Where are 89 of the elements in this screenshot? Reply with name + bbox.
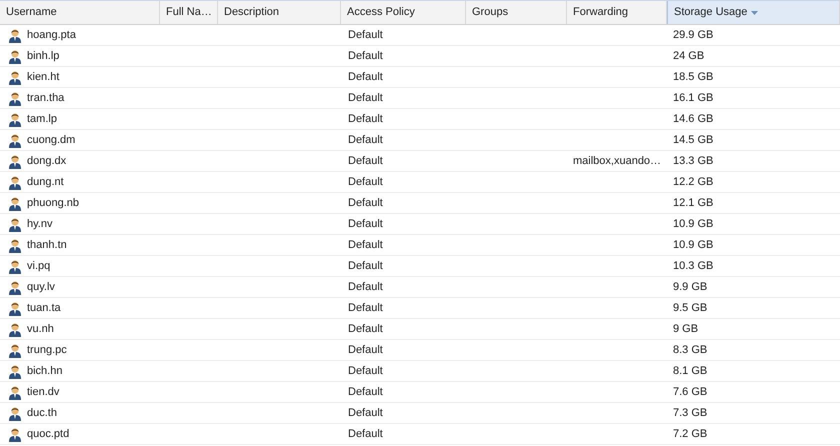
- table-cell-text: Default: [347, 364, 384, 379]
- table-cell-text: Default: [347, 90, 384, 106]
- table-cell-text: Default: [347, 406, 384, 421]
- column-header[interactable]: Storage Usage: [667, 1, 840, 24]
- user-icon: [8, 90, 22, 106]
- user-icon: [8, 280, 22, 294]
- column-header[interactable]: Forwarding: [567, 1, 667, 24]
- table-cell-text: 12.2 GB: [672, 174, 714, 190]
- table-cell-text: 7.3 GB: [672, 406, 708, 421]
- table-cell-text: Default: [347, 112, 384, 127]
- table-cell-text: 8.1 GB: [672, 364, 708, 379]
- column-header[interactable]: Groups: [466, 1, 567, 24]
- username-text: bich.hn: [27, 364, 62, 379]
- username-text: tran.tha: [27, 90, 64, 106]
- username-text: quy.lv: [27, 280, 55, 295]
- user-icon: [8, 216, 22, 232]
- table-cell-text: 9 GB: [672, 322, 700, 337]
- username-text: quoc.ptd: [27, 426, 70, 442]
- username-text: binh.lp: [27, 48, 60, 64]
- username-text: tuan.ta: [27, 300, 61, 316]
- sort-down-icon: [751, 10, 758, 14]
- username-text: duc.th: [27, 406, 57, 421]
- table-cell: mailbox,xuando…: [573, 154, 662, 167]
- column-header[interactable]: Full Na…: [160, 1, 218, 24]
- username-text: cuong.dm: [27, 132, 76, 148]
- user-icon: [8, 342, 22, 358]
- column-header[interactable]: Description: [218, 1, 341, 24]
- table-cell-text: Default: [347, 174, 384, 190]
- table-cell-text: Default: [347, 132, 384, 148]
- table-cell-text: Default: [347, 196, 384, 211]
- user-icon: [8, 384, 22, 400]
- table-cell-text: Default: [347, 238, 384, 253]
- table-cell-text: 8.3 GB: [672, 342, 708, 358]
- table-cell-text: Default: [347, 384, 384, 400]
- table-cell-text: 9.5 GB: [672, 300, 708, 316]
- user-icon: [8, 70, 22, 84]
- user-icon: [8, 174, 22, 190]
- user-icon: [8, 406, 22, 420]
- username-text: thanh.tn: [27, 238, 67, 253]
- table-cell-text: 7.2 GB: [672, 426, 708, 442]
- user-icon: [8, 238, 22, 252]
- user-icon: [8, 28, 22, 42]
- username-text: dong.dx: [27, 154, 66, 169]
- table-cell-text: Default: [347, 322, 384, 337]
- username-text: tien.dv: [27, 384, 60, 400]
- column-header[interactable]: Username: [0, 1, 160, 24]
- table-cell-text: Default: [347, 280, 384, 295]
- username-text: hy.nv: [27, 216, 52, 232]
- table-cell-text: 29.9 GB: [672, 28, 714, 43]
- username-text: tam.lp: [27, 112, 57, 127]
- table-cell-text: Default: [347, 258, 384, 274]
- table-cell-text: Default: [347, 48, 384, 64]
- username-text: hoang.pta: [27, 28, 76, 43]
- table-cell-text: Default: [347, 154, 384, 169]
- user-icon: [8, 300, 22, 316]
- table-cell-text: Default: [347, 70, 384, 85]
- table-cell-text: 7.6 GB: [672, 384, 708, 400]
- user-icon: [8, 196, 22, 210]
- column-header[interactable]: Access Policy: [341, 1, 466, 24]
- table-cell-text: 10.3 GB: [672, 258, 714, 274]
- user-icon: [8, 154, 22, 168]
- table-cell-text: 14.6 GB: [672, 112, 714, 127]
- user-icon: [8, 258, 22, 274]
- table-cell-text: 13.3 GB: [672, 154, 714, 169]
- table-cell-text: 10.9 GB: [672, 238, 714, 253]
- table-cell-text: Default: [347, 300, 384, 316]
- table-cell-text: 10.9 GB: [672, 216, 714, 232]
- user-icon: [8, 48, 22, 64]
- username-text: vi.pq: [27, 258, 50, 274]
- username-text: phuong.nb: [27, 196, 79, 211]
- username-text: dung.nt: [27, 174, 64, 190]
- table-cell-text: Default: [347, 216, 384, 232]
- username-text: trung.pc: [27, 342, 67, 358]
- table-cell-text: 16.1 GB: [672, 90, 714, 106]
- table-cell-text: 14.5 GB: [672, 132, 714, 148]
- user-icon: [8, 426, 22, 442]
- table-cell-text: Default: [347, 426, 384, 442]
- table-cell-text: 9.9 GB: [672, 280, 708, 295]
- user-icon: [8, 364, 22, 378]
- username-text: kien.ht: [27, 70, 60, 85]
- table-cell-text: 24 GB: [672, 48, 706, 64]
- table-cell-text: Default: [347, 342, 384, 358]
- user-icon: [8, 112, 22, 126]
- username-text: vu.nh: [27, 322, 54, 337]
- user-icon: [8, 132, 22, 148]
- table-cell-text: Default: [347, 28, 384, 43]
- user-icon: [8, 322, 22, 336]
- table-cell-text: 12.1 GB: [672, 196, 714, 211]
- table-cell-text: 18.5 GB: [672, 70, 714, 85]
